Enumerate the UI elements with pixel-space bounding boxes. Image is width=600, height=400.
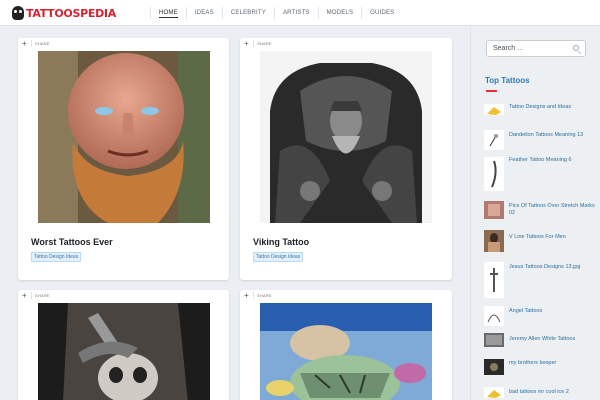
- item-label[interactable]: bad tattoos mr cool ice 2: [509, 389, 569, 396]
- item-thumbnail: [484, 386, 504, 398]
- skull-dagger-tattoo-image: [38, 303, 210, 400]
- item-label[interactable]: Jesus Tattoos Designs 13.jpg: [509, 264, 580, 271]
- watercolor-turtle-tattoo-image: [260, 303, 432, 400]
- post-card: + SHARE: [240, 290, 452, 400]
- card-toolbar: + SHARE: [18, 290, 229, 302]
- item-thumbnail: [484, 130, 504, 150]
- viking-back-tattoo-image: [260, 51, 432, 223]
- skull-logo-icon: [12, 6, 24, 20]
- search-icon[interactable]: [573, 45, 579, 51]
- item-thumbnail: [484, 157, 504, 191]
- nav-celebrity[interactable]: CELEBRITY: [223, 0, 274, 26]
- post-image[interactable]: [260, 303, 432, 400]
- card-toolbar: + SHARE: [18, 38, 229, 50]
- item-thumbnail: [484, 201, 504, 219]
- plus-icon[interactable]: +: [22, 39, 27, 48]
- post-card: + SHARE: [18, 290, 229, 400]
- nav-artists[interactable]: ARTISTS: [275, 0, 318, 26]
- item-label[interactable]: Jeremy Allen White Tattoos: [509, 336, 575, 343]
- list-item[interactable]: my brothers keeper: [484, 359, 600, 379]
- item-thumbnail: [484, 333, 504, 347]
- item-label[interactable]: Angel Tattoos: [509, 308, 542, 315]
- item-thumbnail: [484, 103, 504, 115]
- list-item[interactable]: Tattoo Designs and Ideas: [484, 100, 600, 120]
- plus-icon[interactable]: +: [244, 291, 249, 300]
- plus-icon[interactable]: +: [22, 291, 27, 300]
- share-button[interactable]: SHARE: [257, 293, 272, 298]
- widget-title: Top Tattoos: [485, 76, 530, 85]
- post-card: + SHARE Viking Tattoo Tattoo Design Idea…: [240, 38, 452, 280]
- list-item[interactable]: Feather Tattoo Meaning 6: [484, 157, 600, 191]
- list-item[interactable]: V Line Tattoos For Men: [484, 230, 600, 252]
- title-accent-bar: [486, 90, 497, 92]
- list-item[interactable]: Dandelion Tattoos Meaning 13: [484, 130, 600, 150]
- list-item[interactable]: Jesus Tattoos Designs 13.jpg: [484, 262, 600, 298]
- list-item[interactable]: Pics Of Tattoos Over Stretch Marks 02: [484, 201, 600, 221]
- nav-home[interactable]: HOME: [151, 0, 186, 26]
- list-item[interactable]: Angel Tattoos: [484, 306, 600, 326]
- item-thumbnail: [484, 230, 504, 252]
- item-label[interactable]: Dandelion Tattoos Meaning 13: [509, 132, 583, 139]
- card-toolbar: + SHARE: [240, 38, 452, 50]
- site-header: TATTOOSPEDIA HOME IDEAS CELEBRITY ARTIST…: [0, 0, 600, 26]
- post-title[interactable]: Viking Tattoo: [253, 237, 309, 247]
- item-label[interactable]: Feather Tattoo Meaning 6: [509, 157, 572, 164]
- search-placeholder: Search ...: [493, 45, 523, 52]
- main-nav: HOME IDEAS CELEBRITY ARTISTS MODELS GUID…: [150, 0, 402, 26]
- category-tag[interactable]: Tattoo Design Ideas: [253, 252, 304, 262]
- share-button[interactable]: SHARE: [257, 41, 272, 46]
- share-button[interactable]: SHARE: [35, 293, 50, 298]
- search-box[interactable]: Search ...: [486, 40, 586, 57]
- logo-text: TATTOOSPEDIA: [26, 6, 116, 20]
- card-toolbar: + SHARE: [240, 290, 452, 302]
- post-card: + SHARE Worst Tattoos Ever Tattoo Design…: [18, 38, 229, 280]
- post-title[interactable]: Worst Tattoos Ever: [31, 237, 113, 247]
- item-thumbnail: [484, 262, 504, 298]
- item-label[interactable]: V Line Tattoos For Men: [509, 234, 566, 241]
- site-logo[interactable]: TATTOOSPEDIA: [12, 4, 116, 22]
- nav-ideas[interactable]: IDEAS: [187, 0, 222, 26]
- nav-guides[interactable]: GUIDES: [362, 0, 402, 26]
- bald-man-face-image: [38, 51, 210, 223]
- item-label[interactable]: my brothers keeper: [509, 360, 556, 367]
- item-thumbnail: [484, 359, 504, 375]
- post-image[interactable]: [38, 51, 210, 223]
- item-thumbnail: [484, 306, 504, 326]
- nav-models[interactable]: MODELS: [319, 0, 362, 26]
- category-tag[interactable]: Tattoo Design Ideas: [31, 252, 82, 262]
- item-label[interactable]: Pics Of Tattoos Over Stretch Marks 02: [509, 203, 600, 217]
- sidebar: Search ... Top Tattoos Tattoo Designs an…: [470, 26, 600, 400]
- item-label[interactable]: Tattoo Designs and Ideas: [509, 104, 571, 111]
- share-button[interactable]: SHARE: [35, 41, 50, 46]
- list-item[interactable]: bad tattoos mr cool ice 2: [484, 386, 600, 400]
- plus-icon[interactable]: +: [244, 39, 249, 48]
- post-image[interactable]: [38, 303, 210, 400]
- post-image[interactable]: [260, 51, 432, 223]
- list-item[interactable]: Jeremy Allen White Tattoos: [484, 333, 600, 353]
